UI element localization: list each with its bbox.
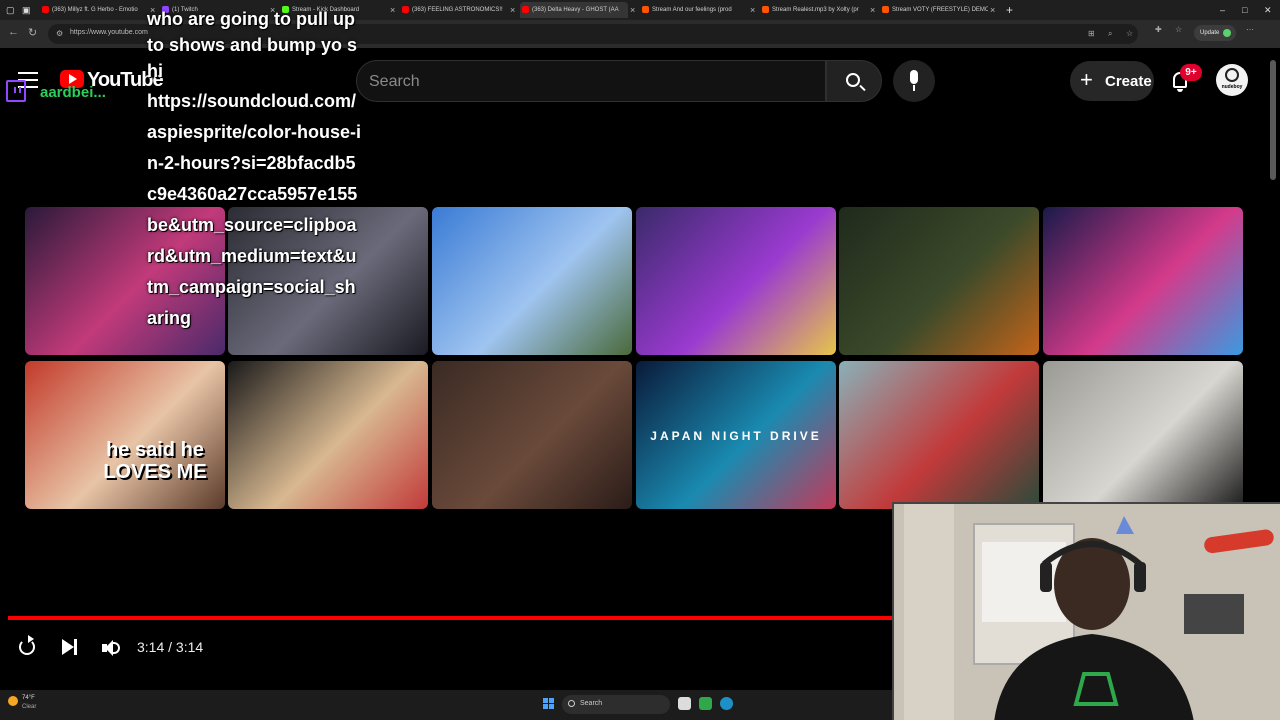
search-icon bbox=[846, 73, 860, 87]
bookmark-star-icon[interactable]: ☆ bbox=[1126, 29, 1133, 38]
tab-label: Stream Realest.mp3 by Xolty (pr bbox=[772, 7, 859, 13]
create-button[interactable]: + Create bbox=[1070, 61, 1154, 101]
webcam-image bbox=[894, 504, 1280, 720]
browser-tab[interactable]: (363) FEELING ASTRONOMICS!! bbox=[400, 2, 508, 18]
minimize-button[interactable]: – bbox=[1220, 0, 1225, 20]
weather-temperature: 74°F bbox=[22, 695, 35, 701]
tab-close-icon[interactable]: × bbox=[990, 2, 995, 18]
tab-favicon-icon bbox=[522, 6, 529, 13]
next-video-icon[interactable] bbox=[60, 638, 80, 656]
windows-start-icon[interactable] bbox=[543, 698, 555, 710]
maximize-button[interactable]: □ bbox=[1242, 0, 1247, 20]
new-tab-button[interactable]: + bbox=[1006, 0, 1013, 20]
create-label: Create bbox=[1105, 73, 1152, 90]
neon-city-thumbnail[interactable] bbox=[1043, 207, 1243, 355]
tab-favicon-icon bbox=[42, 6, 49, 13]
browser-tab[interactable]: Stream Realest.mp3 by Xolty (pr bbox=[760, 2, 868, 18]
taskbar-search-label: Search bbox=[580, 700, 603, 707]
tab-favicon-icon bbox=[882, 6, 889, 13]
reload-icon[interactable]: ↻ bbox=[28, 26, 37, 39]
chat-message-text: who are going to pull up to shows and bu… bbox=[147, 9, 358, 81]
avatar-face-icon bbox=[1225, 68, 1239, 82]
browser-tab[interactable]: (363) Millyz ft. G Herbo - Emotio bbox=[40, 2, 148, 18]
microphone-icon bbox=[910, 70, 918, 84]
dancer-thumbnail[interactable] bbox=[1043, 361, 1243, 509]
avatar-label: nudeboy bbox=[1221, 84, 1243, 90]
forest-campfire-thumbnail[interactable] bbox=[839, 207, 1039, 355]
tab-close-icon[interactable]: × bbox=[750, 2, 755, 18]
tab-label: (363) Millyz ft. G Herbo - Emotio bbox=[52, 7, 138, 13]
update-label: Update bbox=[1200, 30, 1220, 36]
tab-label: (363) FEELING ASTRONOMICS!! bbox=[412, 7, 503, 13]
tab-favicon-icon bbox=[402, 6, 409, 13]
task-view-icon[interactable] bbox=[678, 697, 691, 710]
browser-tab[interactable]: Stream VOTY (FREESTYLE) DEMO bbox=[880, 2, 988, 18]
truck-man-thumbnail[interactable] bbox=[432, 207, 632, 355]
tab-close-icon[interactable]: × bbox=[510, 2, 515, 18]
twitch-username: aardbei... bbox=[40, 84, 106, 101]
tab-search-icon[interactable]: ▣ bbox=[22, 0, 31, 20]
browser-tab[interactable]: (363) Delta Heavy - GHOST (AA bbox=[520, 2, 628, 18]
tab-label: Stream VOTY (FREESTYLE) DEMO bbox=[892, 7, 988, 13]
extensions-icon[interactable]: ✚ bbox=[1155, 25, 1162, 34]
chat-message-overlay: who are going to pull up to shows and bu… bbox=[147, 9, 362, 334]
tab-close-icon[interactable]: × bbox=[870, 2, 875, 18]
taskbar-search-icon bbox=[568, 700, 575, 707]
tab-favicon-icon bbox=[642, 6, 649, 13]
avatar[interactable]: nudeboy bbox=[1216, 64, 1248, 96]
time-display: 3:14 / 3:14 bbox=[137, 639, 204, 655]
video-progress-bar[interactable] bbox=[8, 616, 892, 620]
search-button[interactable] bbox=[826, 60, 882, 102]
notification-badge: 9+ bbox=[1180, 64, 1202, 81]
thumbnail-caption: he said he LOVES ME bbox=[103, 439, 207, 483]
favorites-icon[interactable]: ☆ bbox=[1175, 25, 1182, 34]
browser-tab[interactable]: Stream And our feelings (prod bbox=[640, 2, 748, 18]
basketball-thumbnail[interactable] bbox=[228, 361, 428, 509]
night-drive-thumbnail[interactable]: JAPAN NIGHT DRIVE bbox=[636, 361, 836, 509]
close-window-button[interactable]: ✕ bbox=[1264, 0, 1272, 20]
url-text: https://www.youtube.com bbox=[70, 29, 148, 36]
anime-girl-thumbnail[interactable] bbox=[432, 361, 632, 509]
tab-actions-icon[interactable]: ▢ bbox=[6, 0, 15, 20]
tab-favicon-icon bbox=[762, 6, 769, 13]
thumbnail-caption: JAPAN NIGHT DRIVE bbox=[650, 429, 822, 443]
reaction-thumbnail[interactable]: he said he LOVES ME bbox=[25, 361, 225, 509]
chat-message-link: https://soundcloud.com/aspiesprite/color… bbox=[147, 91, 362, 328]
volume-icon[interactable] bbox=[100, 638, 124, 658]
weather-description: Clear bbox=[22, 704, 37, 710]
update-button[interactable]: Update bbox=[1194, 25, 1236, 41]
kids-thumbnail[interactable] bbox=[839, 361, 1039, 509]
replay-icon[interactable] bbox=[16, 634, 40, 658]
taskbar-search[interactable]: Search bbox=[562, 695, 670, 714]
back-icon[interactable]: ← bbox=[8, 26, 19, 38]
plus-icon: + bbox=[1080, 67, 1093, 92]
tab-label: Stream And our feelings (prod bbox=[652, 7, 732, 13]
bart-thumbnail[interactable] bbox=[636, 207, 836, 355]
twitch-icon bbox=[6, 80, 26, 102]
webcam-feed bbox=[892, 502, 1280, 720]
voice-search-button[interactable] bbox=[893, 60, 935, 102]
tab-close-icon[interactable]: × bbox=[390, 2, 395, 18]
zoom-icon[interactable]: ⌕ bbox=[1108, 29, 1112, 39]
windows-taskbar: 74°F Clear Search bbox=[0, 690, 892, 720]
tab-label: (363) Delta Heavy - GHOST (AA bbox=[532, 7, 619, 13]
search-box[interactable] bbox=[356, 60, 826, 102]
weather-icon[interactable] bbox=[8, 696, 18, 706]
menu-dots-icon[interactable]: ⋯ bbox=[1246, 25, 1254, 34]
site-info-icon[interactable]: ⚙ bbox=[56, 29, 63, 38]
tab-close-icon[interactable]: × bbox=[630, 2, 635, 18]
install-app-icon[interactable]: ⊞ bbox=[1088, 29, 1095, 38]
browser-app-icon[interactable] bbox=[720, 697, 733, 710]
search-input[interactable] bbox=[369, 71, 809, 93]
page-scrollbar[interactable] bbox=[1270, 60, 1276, 180]
app-icon[interactable] bbox=[699, 697, 712, 710]
